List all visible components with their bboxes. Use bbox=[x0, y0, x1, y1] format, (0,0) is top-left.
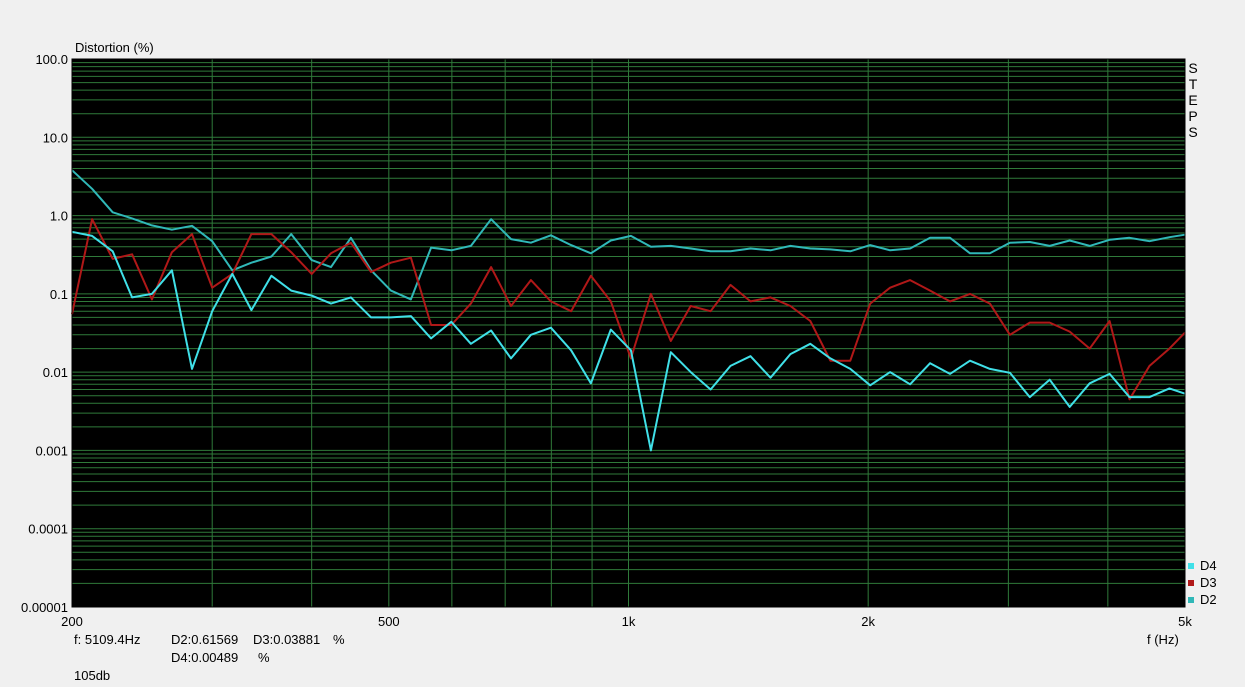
legend-label-d2: D2 bbox=[1200, 592, 1217, 607]
mode-letter: S bbox=[1188, 60, 1198, 76]
mode-letter: S bbox=[1188, 124, 1198, 140]
readout-unit: % bbox=[258, 650, 270, 665]
y-tick-label: 0.00001 bbox=[21, 600, 68, 615]
legend-item-d4: D4 bbox=[1188, 557, 1217, 574]
y-tick-label: 0.01 bbox=[43, 365, 68, 380]
readout-d4: D4:0.00489 bbox=[171, 650, 239, 665]
x-axis-title: f (Hz) bbox=[1147, 632, 1179, 647]
level-label: 105db bbox=[74, 668, 111, 683]
x-tick-label: 500 bbox=[378, 614, 400, 629]
legend-item-d2: D2 bbox=[1188, 591, 1217, 608]
y-tick-label: 100.0 bbox=[35, 52, 68, 67]
y-axis-title: Distortion (%) bbox=[75, 40, 154, 55]
x-tick-label: 1k bbox=[622, 614, 636, 629]
mode-letter: E bbox=[1188, 92, 1198, 108]
y-tick-label: 0.1 bbox=[50, 287, 68, 302]
y-tick-label: 10.0 bbox=[43, 130, 68, 145]
x-tick-labels: 200 500 1k 2k 5k bbox=[61, 614, 1192, 629]
legend-label-d4: D4 bbox=[1200, 558, 1217, 573]
legend: D4 D3 D2 bbox=[1188, 557, 1217, 608]
legend-swatch-d4 bbox=[1188, 562, 1194, 569]
y-tick-labels: 100.0 10.0 1.0 0.1 0.01 0.001 0.0001 0.00001 bbox=[21, 52, 68, 615]
y-tick-label: 1.0 bbox=[50, 209, 68, 224]
mode-letter: P bbox=[1188, 108, 1198, 124]
readout-d2: D2:0.61569 bbox=[171, 632, 239, 647]
legend-label-d3: D3 bbox=[1200, 575, 1217, 590]
y-tick-label: 0.0001 bbox=[28, 522, 68, 537]
readout-frequency: f: 5109.4Hz bbox=[74, 632, 141, 647]
x-tick-label: 2k bbox=[861, 614, 875, 629]
mode-label: STEPS bbox=[1187, 60, 1199, 140]
x-tick-label: 5k bbox=[1178, 614, 1192, 629]
legend-swatch-d3 bbox=[1188, 579, 1194, 586]
distortion-analyzer: 100.0 10.0 1.0 0.1 0.01 0.001 0.0001 0.00001 20… bbox=[0, 0, 1245, 687]
readout-unit: % bbox=[333, 632, 345, 647]
legend-item-d3: D3 bbox=[1188, 574, 1217, 591]
mode-letter: T bbox=[1188, 76, 1198, 92]
x-tick-label: 200 bbox=[61, 614, 83, 629]
distortion-chart[interactable]: 100.0 10.0 1.0 0.1 0.01 0.001 0.0001 0.00001 20… bbox=[0, 0, 1245, 687]
legend-swatch-d2 bbox=[1188, 596, 1194, 603]
y-tick-label: 0.001 bbox=[35, 443, 68, 458]
readout-d3: D3:0.03881 bbox=[253, 632, 321, 647]
